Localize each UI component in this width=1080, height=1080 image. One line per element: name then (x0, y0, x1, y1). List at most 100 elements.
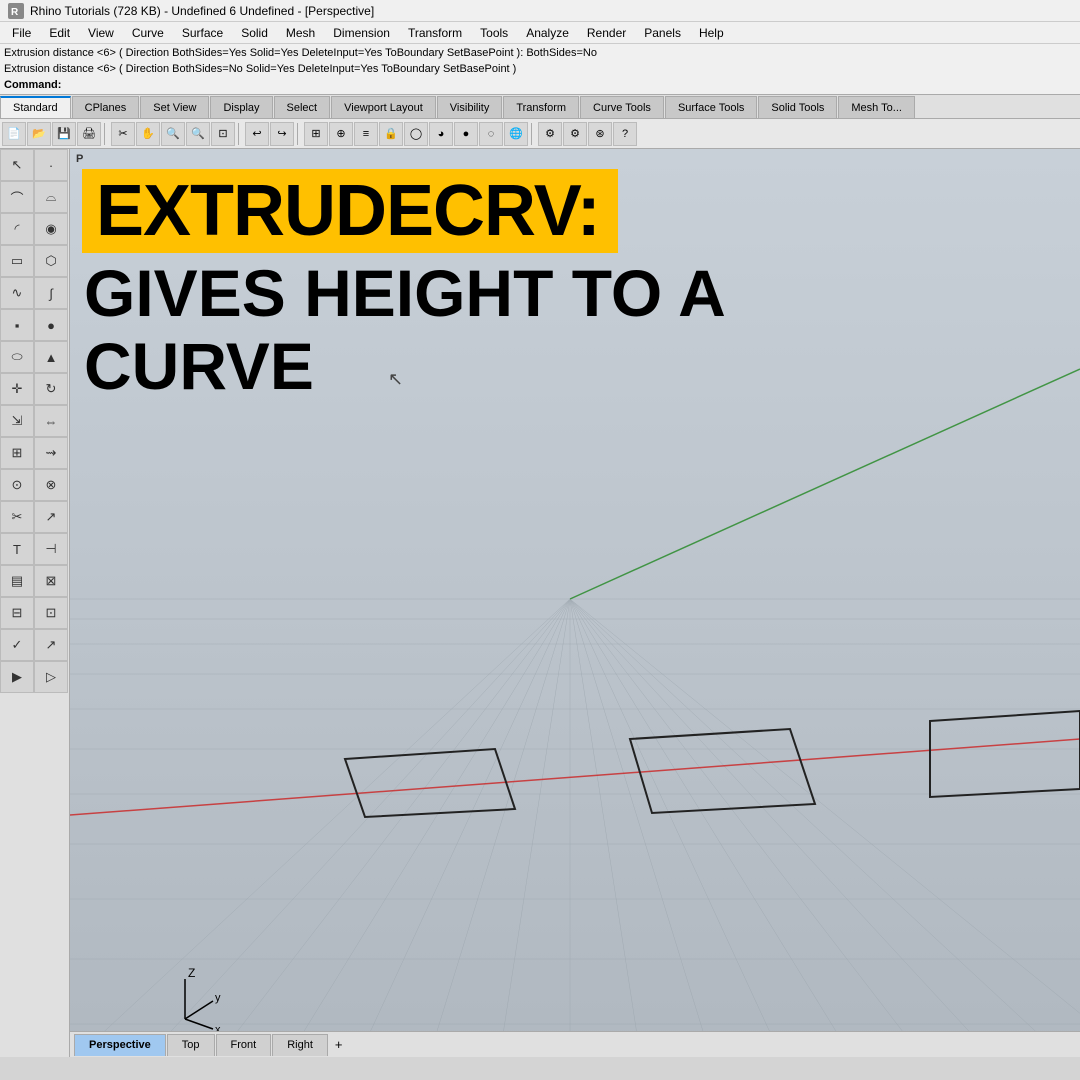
render-icon[interactable]: 🌐 (504, 122, 528, 146)
curve-tool-2[interactable]: ⌓ (34, 181, 68, 213)
mirror-tool[interactable]: ⇔ (34, 405, 68, 437)
zoom-in-icon[interactable]: 🔍 (161, 122, 185, 146)
detail-tool[interactable]: ⊡ (34, 597, 68, 629)
extend-tool[interactable]: ↗ (34, 501, 68, 533)
menu-render[interactable]: Render (579, 24, 634, 42)
flow-tool[interactable]: ⇝ (34, 437, 68, 469)
viewport-tab-right[interactable]: Right (272, 1034, 328, 1056)
redo-icon[interactable]: ↪ (270, 122, 294, 146)
box-tool[interactable]: ▪ (0, 309, 34, 341)
menu-tools[interactable]: Tools (472, 24, 516, 42)
toolbar-tab-standard[interactable]: Standard (0, 96, 71, 118)
viewport-tab-front[interactable]: Front (216, 1034, 272, 1056)
trim-tool[interactable]: ✂ (0, 501, 34, 533)
hatch-tool[interactable]: ▤ (0, 565, 34, 597)
print-icon[interactable]: 🖨 (77, 122, 101, 146)
menu-surface[interactable]: Surface (174, 24, 231, 42)
menu-file[interactable]: File (4, 24, 39, 42)
zoom-out-icon[interactable]: 🔍 (186, 122, 210, 146)
spline-tool[interactable]: ∫ (34, 277, 68, 309)
dim-tool[interactable]: ⊣ (34, 533, 68, 565)
material-icon[interactable]: ◕ (429, 122, 453, 146)
grid-icon[interactable]: ⊞ (304, 122, 328, 146)
undo-icon[interactable]: ↩ (245, 122, 269, 146)
rotate-tool[interactable]: ↻ (34, 373, 68, 405)
new-icon[interactable]: 📄 (2, 122, 26, 146)
menu-mesh[interactable]: Mesh (278, 24, 323, 42)
menu-solid[interactable]: Solid (233, 24, 276, 42)
lock-icon[interactable]: 🔒 (379, 122, 403, 146)
menu-curve[interactable]: Curve (124, 24, 172, 42)
preview-tool[interactable]: ▷ (34, 661, 68, 693)
toolbar-tab-solid-tools[interactable]: Solid Tools (758, 96, 837, 118)
blob-tool[interactable]: ⊗ (34, 469, 68, 501)
left-sidebar: ↖ · ⌒ ⌓ ◜ ◉ ▭ ⬡ ∿ ∫ ▪ ● ⬭ ▲ ✛ ↻ (0, 149, 70, 1057)
array-tool[interactable]: ⊞ (0, 437, 34, 469)
toolbar-tab-display[interactable]: Display (210, 96, 272, 118)
text-tool[interactable]: T (0, 533, 34, 565)
cone-tool[interactable]: ▲ (34, 341, 68, 373)
point-tool[interactable]: · (34, 149, 68, 181)
viewport-tab-top[interactable]: Top (167, 1034, 215, 1056)
save-icon[interactable]: 💾 (52, 122, 76, 146)
select-tool[interactable]: ↖ (0, 149, 34, 181)
scale-tool[interactable]: ⇲ (0, 405, 34, 437)
arc-tool[interactable]: ◜ (0, 213, 34, 245)
toolbar-tab-cplanes[interactable]: CPlanes (72, 96, 140, 118)
command-prompt[interactable]: Command: (4, 77, 1076, 93)
separator-1 (104, 123, 108, 145)
zoom-fit-icon[interactable]: ⊡ (211, 122, 235, 146)
curve-tool[interactable]: ⌒ (0, 181, 34, 213)
viewport-tab-add[interactable]: + (329, 1035, 349, 1054)
settings-icon[interactable]: ⚙ (563, 122, 587, 146)
command-label: Command: (4, 77, 61, 93)
separator-4 (531, 123, 535, 145)
sphere-icon[interactable]: ● (454, 122, 478, 146)
svg-text:Z: Z (188, 966, 195, 980)
cut-icon[interactable]: ✂ (111, 122, 135, 146)
svg-text:R: R (11, 7, 19, 18)
snap-icon[interactable]: ⊕ (329, 122, 353, 146)
command-line-1: Extrusion distance <6> ( Direction BothS… (4, 45, 1076, 61)
clipping-tool[interactable]: ⊠ (34, 565, 68, 597)
toolbar-tab-transform[interactable]: Transform (503, 96, 579, 118)
main-layout: ↖ · ⌒ ⌓ ◜ ◉ ▭ ⬡ ∿ ∫ ▪ ● ⬭ ▲ ✛ ↻ (0, 149, 1080, 1057)
toolbar-tab-viewport-layout[interactable]: Viewport Layout (331, 96, 436, 118)
menu-analyze[interactable]: Analyze (518, 24, 577, 42)
rect-tool[interactable]: ▭ (0, 245, 34, 277)
ellipse-tool[interactable]: ◉ (34, 213, 68, 245)
help-icon[interactable]: ? (613, 122, 637, 146)
command-input[interactable] (61, 79, 141, 91)
check-tool[interactable]: ✓ (0, 629, 34, 661)
viewport-tab-perspective[interactable]: Perspective (74, 1034, 166, 1056)
pan-icon[interactable]: ✋ (136, 122, 160, 146)
toolbar-tab-curve-tools[interactable]: Curve Tools (580, 96, 664, 118)
toolbar-tab-set-view[interactable]: Set View (140, 96, 209, 118)
layer-icon[interactable]: ≡ (354, 122, 378, 146)
menu-edit[interactable]: Edit (41, 24, 78, 42)
menu-view[interactable]: View (80, 24, 122, 42)
move-tool[interactable]: ✛ (0, 373, 34, 405)
wire-icon[interactable]: ◌ (479, 122, 503, 146)
toolbar-tab-mesh-to...[interactable]: Mesh To... (838, 96, 915, 118)
circle-icon[interactable]: ◯ (404, 122, 428, 146)
menu-help[interactable]: Help (691, 24, 732, 42)
toolbar-tab-surface-tools[interactable]: Surface Tools (665, 96, 757, 118)
sphere-solid-tool[interactable]: ● (34, 309, 68, 341)
viewport-area[interactable]: Z y x P EXTRUDECRV: GIVES HEIGHT TO ACUR… (70, 149, 1080, 1057)
cylinder-tool[interactable]: ⬭ (0, 341, 34, 373)
polygon-tool[interactable]: ⬡ (34, 245, 68, 277)
layout-tool[interactable]: ⊟ (0, 597, 34, 629)
render-tool[interactable]: ▶ (0, 661, 34, 693)
toolbar-tab-select[interactable]: Select (274, 96, 331, 118)
open-icon[interactable]: 📂 (27, 122, 51, 146)
menu-dimension[interactable]: Dimension (325, 24, 398, 42)
analyze-tool[interactable]: ↗ (34, 629, 68, 661)
dot-tool[interactable]: ⊙ (0, 469, 34, 501)
misc-icon[interactable]: ⊛ (588, 122, 612, 146)
menu-panels[interactable]: Panels (636, 24, 689, 42)
freeform-tool[interactable]: ∿ (0, 277, 34, 309)
toolbar-tab-visibility[interactable]: Visibility (437, 96, 503, 118)
tools-icon[interactable]: ⚙ (538, 122, 562, 146)
menu-transform[interactable]: Transform (400, 24, 470, 42)
